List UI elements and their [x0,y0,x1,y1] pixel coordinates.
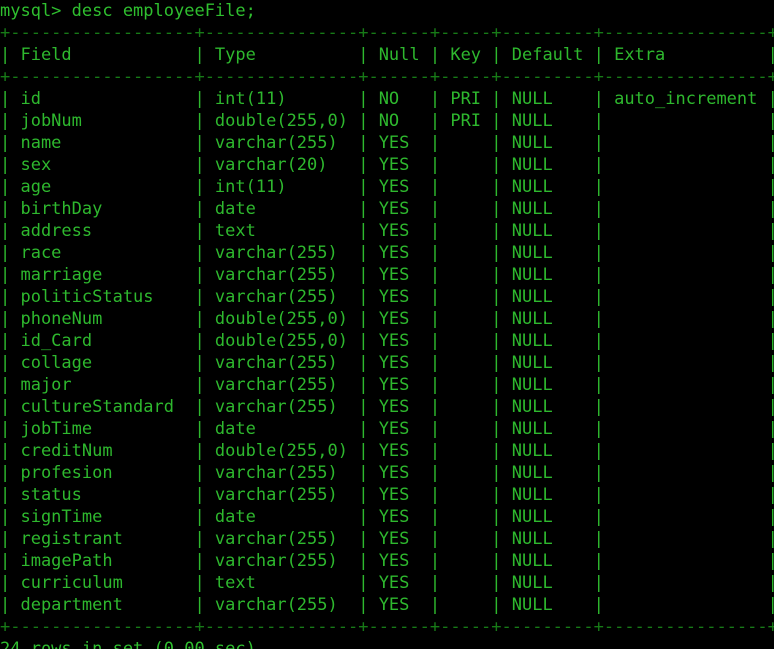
table-row: | marriage | varchar(255) | YES | | NULL… [0,265,774,285]
table-row: | collage | varchar(255) | YES | | NULL … [0,353,774,373]
table-row: | phoneNum | double(255,0) | YES | | NUL… [0,309,774,329]
command-prompt-line[interactable]: mysql> desc employeeFile; [0,0,774,22]
table-row: | department | varchar(255) | YES | | NU… [0,595,774,615]
table-row: | status | varchar(255) | YES | | NULL |… [0,485,774,505]
table-row: | curriculum | text | YES | | NULL | | [0,573,774,593]
table-header-row: | Field | Type | Null | Key | Default | … [0,45,774,65]
table-row: | name | varchar(255) | YES | | NULL | | [0,133,774,153]
table-top-border: +------------------+---------------+----… [0,23,774,43]
table-row: | creditNum | double(255,0) | YES | | NU… [0,441,774,461]
table-header-border: +------------------+---------------+----… [0,67,774,87]
table-row: | major | varchar(255) | YES | | NULL | … [0,375,774,395]
table-bottom-border: +------------------+---------------+----… [0,617,774,637]
table-row: | age | int(11) | YES | | NULL | | [0,177,774,197]
table-row: | signTime | date | YES | | NULL | | [0,507,774,527]
table-row: | race | varchar(255) | YES | | NULL | | [0,243,774,263]
table-row: | imagePath | varchar(255) | YES | | NUL… [0,551,774,571]
table-row: | cultureStandard | varchar(255) | YES |… [0,397,774,417]
table-row: | jobTime | date | YES | | NULL | | [0,419,774,439]
table-row: | registrant | varchar(255) | YES | | NU… [0,529,774,549]
terminal-window[interactable]: mysql> desc employeeFile; +--------------… [0,0,774,649]
table-row: | id | int(11) | NO | PRI | NULL | auto_… [0,89,774,109]
table-row: | profesion | varchar(255) | YES | | NUL… [0,463,774,483]
table-row: | address | text | YES | | NULL | | [0,221,774,241]
table-row: | jobNum | double(255,0) | NO | PRI | NU… [0,111,774,131]
table-row: | sex | varchar(20) | YES | | NULL | | [0,155,774,175]
table-row: | birthDay | date | YES | | NULL | | [0,199,774,219]
table-row: | politicStatus | varchar(255) | YES | |… [0,287,774,307]
result-status-line: 24 rows in set (0.00 sec) [0,639,256,649]
table-row: | id_Card | double(255,0) | YES | | NULL… [0,331,774,351]
